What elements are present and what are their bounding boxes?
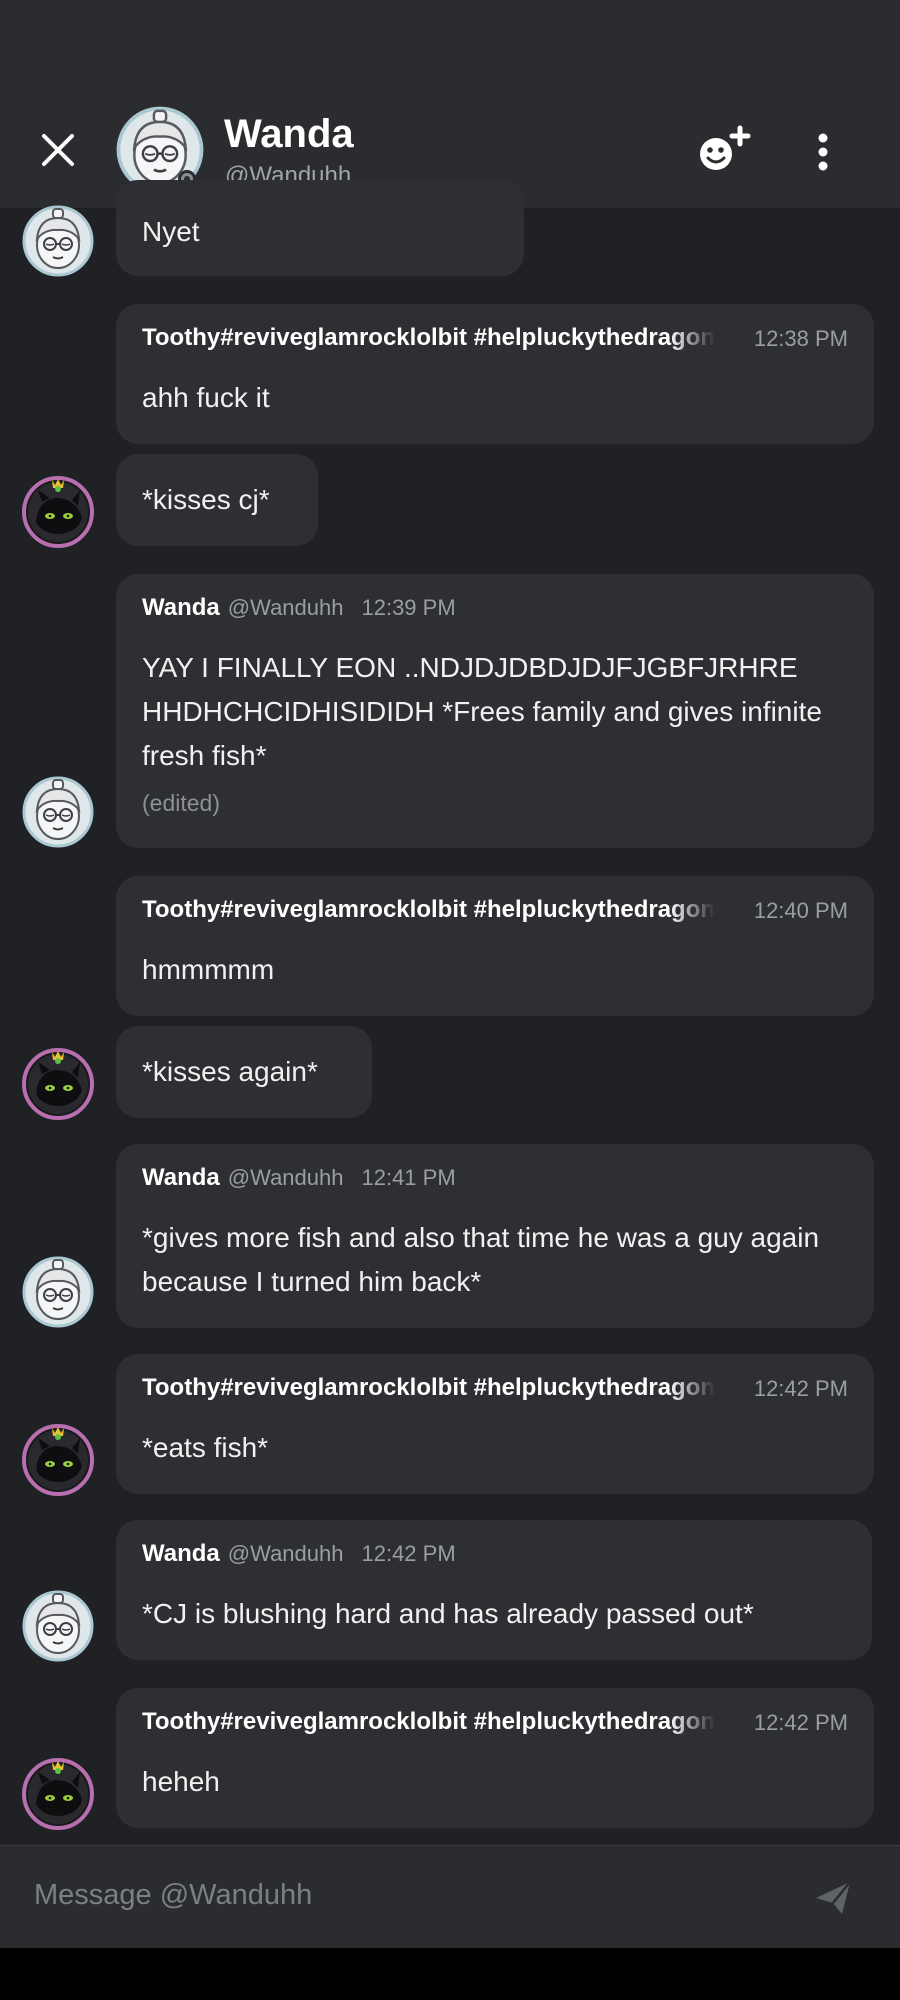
message-author[interactable]: Toothy#reviveglamrocklolbit #helpluckyth… <box>142 1708 715 1736</box>
message-text: Nyet <box>142 216 200 247</box>
message-bubble: Toothy#reviveglamrocklolbit #helpluckyth… <box>116 1688 874 1828</box>
message-author-handle: @Wanduhh <box>227 1541 344 1566</box>
message-timestamp: 12:42 PM <box>753 1710 848 1735</box>
message-author-handle: @Wanduhh <box>227 595 344 620</box>
message-bubble: Toothy#reviveglamrocklolbit #helpluckyth… <box>116 876 874 1016</box>
avatar[interactable] <box>22 1256 94 1328</box>
avatar[interactable] <box>22 1424 94 1496</box>
message-bubble: Toothy#reviveglamrocklolbit #helpluckyth… <box>116 304 874 444</box>
message-meta: Wanda @Wanduhh 12:39 PM <box>142 594 848 628</box>
message-text: *eats fish* <box>142 1432 269 1463</box>
avatar[interactable] <box>22 776 94 848</box>
message-composer <box>0 1845 900 1948</box>
message-author[interactable]: Toothy#reviveglamrocklolbit #helpluckyth… <box>142 896 715 924</box>
message-bubble: *kisses again* <box>116 1026 372 1118</box>
message-author-handle: @Wanduhh <box>227 1165 344 1190</box>
avatar[interactable] <box>22 476 94 548</box>
message-author[interactable]: Toothy#reviveglamrocklolbit #helpluckyth… <box>142 1374 715 1402</box>
message-text: *kisses again* <box>142 1056 318 1087</box>
message-text: ahh fuck it <box>142 382 270 413</box>
message-bubble: Wanda @Wanduhh 12:41 PM *gives more fish a… <box>116 1144 874 1328</box>
message-author[interactable]: Wanda <box>142 594 220 621</box>
more-vertical-icon <box>818 133 828 171</box>
message-timestamp: 12:38 PM <box>753 326 848 351</box>
message-timestamp: 12:40 PM <box>753 898 848 923</box>
status-bar <box>0 0 900 100</box>
message-timestamp: 12:42 PM <box>753 1376 848 1401</box>
message-text: *gives more fish and also that time he w… <box>142 1222 820 1297</box>
edited-label: (edited) <box>142 790 220 816</box>
avatar[interactable] <box>22 205 94 277</box>
message-meta: Toothy#reviveglamrocklolbit #helpluckyth… <box>142 896 848 930</box>
message-author[interactable]: Toothy#reviveglamrocklolbit #helpluckyth… <box>142 324 715 352</box>
avatar[interactable] <box>22 1590 94 1662</box>
close-button[interactable] <box>36 128 80 172</box>
add-friend-button[interactable] <box>696 124 754 176</box>
close-icon <box>42 134 74 166</box>
message-text: YAY I FINALLY EON ..NDJDJDBDJDJFJGBFJRHR… <box>142 652 822 771</box>
avatar[interactable] <box>22 1048 94 1120</box>
message-input[interactable] <box>32 1868 796 1922</box>
message-meta: Wanda @Wanduhh 12:42 PM <box>142 1540 846 1574</box>
message-meta: Toothy#reviveglamrocklolbit #helpluckyth… <box>142 1708 848 1742</box>
message-meta: Wanda @Wanduhh 12:41 PM <box>142 1164 848 1198</box>
message-bubble: *kisses cj* <box>116 454 318 546</box>
message-author[interactable]: Wanda <box>142 1540 220 1567</box>
system-navigation-bar <box>0 1948 900 2000</box>
message-timestamp: 12:41 PM <box>361 1165 456 1190</box>
send-icon <box>816 1881 851 1914</box>
chat-recipient-name: Wanda <box>224 112 354 156</box>
avatar[interactable] <box>22 1758 94 1830</box>
message-bubble: Nyet <box>116 180 524 276</box>
message-timestamp: 12:42 PM <box>361 1541 456 1566</box>
message-meta: Toothy#reviveglamrocklolbit #helpluckyth… <box>142 1374 848 1408</box>
message-text: *CJ is blushing hard and has already pas… <box>142 1598 754 1629</box>
message-meta: Toothy#reviveglamrocklolbit #helpluckyth… <box>142 324 848 358</box>
message-text: heheh <box>142 1766 220 1797</box>
add-friend-icon <box>700 125 751 170</box>
more-options-button[interactable] <box>808 130 838 174</box>
message-author[interactable]: Wanda <box>142 1164 220 1191</box>
message-text: hmmmmm <box>142 954 275 985</box>
send-button[interactable] <box>812 1876 856 1920</box>
message-bubble: Wanda @Wanduhh 12:42 PM *CJ is blushing ha… <box>116 1520 872 1660</box>
message-timestamp: 12:39 PM <box>361 595 456 620</box>
message-bubble: Wanda @Wanduhh 12:39 PM YAY I FINALLY EON … <box>116 574 874 848</box>
message-text: *kisses cj* <box>142 484 270 515</box>
message-bubble: Toothy#reviveglamrocklolbit #helpluckyth… <box>116 1354 874 1494</box>
